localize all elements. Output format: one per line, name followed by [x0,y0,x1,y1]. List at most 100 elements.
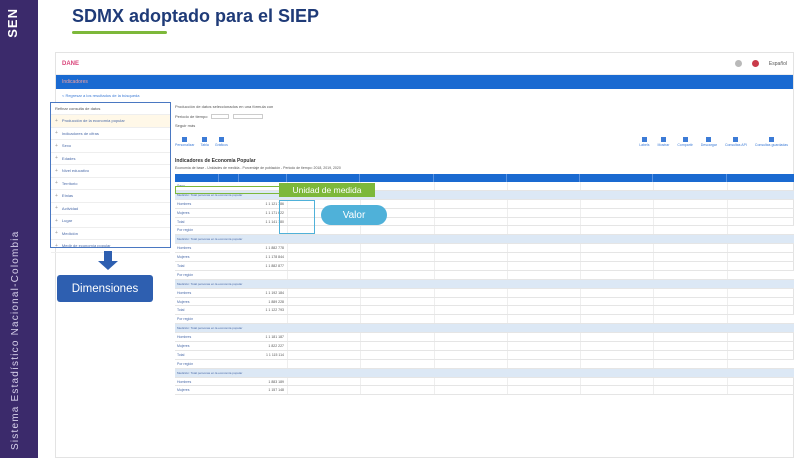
table-row: Mujeres 1 157 148 [175,386,794,396]
toolbar-button[interactable]: Personalizar [175,137,194,147]
expand-icon[interactable]: + [55,118,58,124]
header-cell [239,174,287,182]
table-cell [726,217,794,226]
toolbar-button-label: Personalizar [175,143,195,147]
table-row: Por región [175,315,794,325]
toolbar-button[interactable]: Mostrar [658,137,669,147]
table-cell [726,262,794,270]
dimension-item[interactable]: + Producción de la economía popular [51,115,170,128]
table-cell [653,199,726,208]
toolbar-icon [182,137,188,142]
table-cell [726,199,794,208]
header-cell [360,174,434,182]
table-cell [360,288,433,297]
table-cell [506,306,580,315]
dimension-item[interactable]: + Lugar [51,215,170,228]
row-label: Hombres [177,201,192,206]
table-cell [653,333,726,342]
toolbar-button-label: Gráficos [214,143,228,147]
dimension-item[interactable]: + Actividad [51,203,170,215]
table-cell [580,359,653,368]
table-cell [580,350,653,359]
breadcrumb-back-link[interactable]: < Regresar a los resultados de la búsque… [56,89,793,100]
location-icon[interactable] [751,60,759,67]
row-label: Mujeres [177,299,190,304]
table-cell [653,386,726,395]
expand-icon[interactable]: + [55,205,58,211]
table-row: Mujeres 1 822 227 [175,342,794,351]
table-cell [360,226,433,235]
expand-icon[interactable]: + [55,193,58,199]
table-cell [580,342,653,350]
time-to-select[interactable] [233,114,264,119]
toolbar-button-label: Compartir [677,143,693,147]
table-row: Medición: Total personas en la economía … [175,235,794,245]
table-row: Medición: Total personas en la economía … [175,324,794,334]
table-row: Hombres 1 1 121 786 [175,199,794,209]
more-filters-link[interactable]: Seguir más [175,123,195,128]
sen-logo: SEN [5,8,20,38]
expand-icon[interactable]: + [55,155,58,161]
toolbar-button[interactable]: Consultas API [725,137,747,147]
dimension-item-label: Territorio [61,180,78,186]
expand-icon[interactable]: + [55,218,58,224]
header-cell [287,174,361,182]
table-cell [653,288,726,297]
table-cell [360,315,433,324]
expand-icon[interactable]: + [55,230,58,236]
table-cell [726,270,794,279]
table-row: Mujeres 1 1 171 622 [175,208,794,218]
table-cell [433,199,507,208]
toolbar-button[interactable]: Labels [639,137,650,147]
table-cell [726,226,794,235]
toolbar-icon [660,137,666,142]
toolbar-button[interactable]: Tabla [200,137,209,147]
value-cell: 1 822 227 [268,343,284,348]
table-cell [580,182,653,190]
table-cell [360,350,433,359]
toolbar-button[interactable]: Compartir [677,137,693,147]
toolbar-button[interactable]: Gráficos [215,137,228,147]
unit-callout: Unidad de medida [279,183,375,197]
table-cell [506,244,580,253]
dimension-item[interactable]: + Nivel educativo [51,165,170,178]
dane-logo[interactable]: DANE [62,61,79,67]
table-row: Por región [175,359,794,369]
dimension-item[interactable]: + Edades [51,153,170,165]
dimension-item[interactable]: + Territorio [51,178,170,190]
nav-title[interactable]: Indicadores [62,79,88,85]
settings-icon[interactable] [734,60,742,67]
table-cell [580,270,653,279]
toolbar-button[interactable]: Descargar [701,137,717,147]
dimension-item-label: Edades [61,155,76,161]
table-row: Hombres 1 1 181 187 [175,333,794,343]
table-row: Medición: Total personas en la economía … [175,279,794,289]
table-cell [653,226,726,235]
dimension-item[interactable]: + Indicadores de cifras [51,128,170,140]
table-cell [360,270,433,279]
row-label: Mujeres [177,343,190,348]
expand-icon[interactable]: + [55,143,58,149]
expand-icon[interactable]: + [55,180,58,186]
app-header: DANE Español [56,53,793,75]
header-cell [434,174,507,182]
report-subtitle: Economía de base - Unidades de medida - … [175,166,341,170]
section-label: Medición: Total personas en la economía … [177,370,243,375]
table-cell [506,226,580,235]
toolbar-button[interactable]: Consultas guardadas [755,137,788,147]
language-selector[interactable]: Español [769,61,787,67]
time-from-select[interactable] [211,114,230,119]
expand-icon[interactable]: + [55,243,58,249]
table-cell [287,377,360,386]
expand-icon[interactable]: + [55,168,58,174]
table-row: Hombres 1 1 192 184 [175,288,794,298]
table-cell [726,297,794,306]
table-cell [653,244,726,253]
unit-highlight-box [175,186,293,194]
dimension-item[interactable]: + Etnias [51,190,170,203]
table-row: Total 1 1 141 180 [175,217,794,227]
table-cell [433,270,507,279]
dimension-item[interactable]: + Sexo [51,140,170,153]
expand-icon[interactable]: + [55,130,58,136]
dimension-item[interactable]: + Medición [51,228,170,240]
